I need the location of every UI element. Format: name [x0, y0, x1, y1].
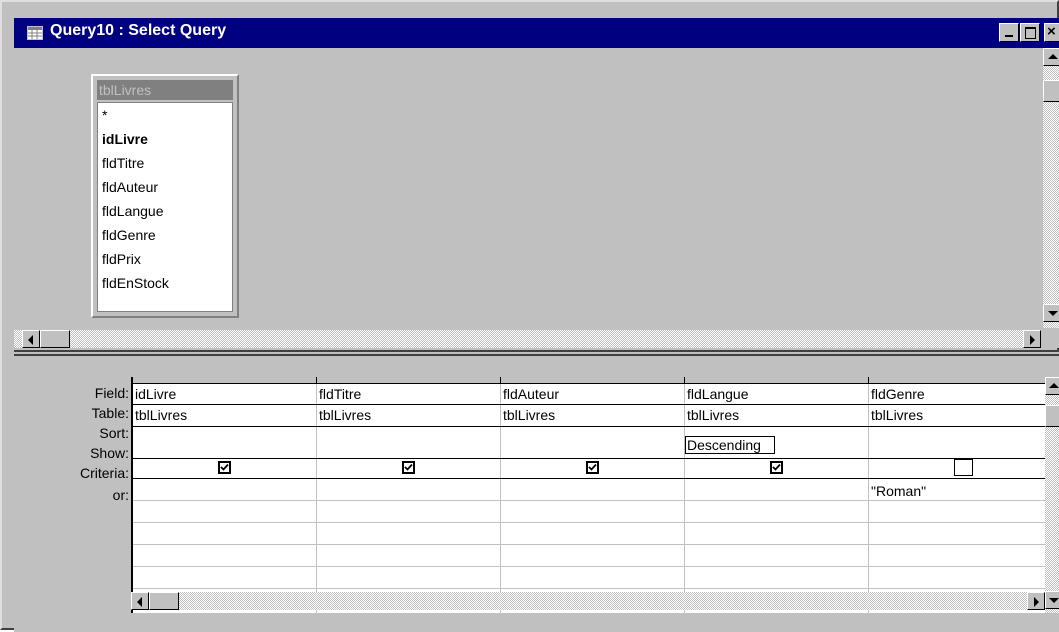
table-cell[interactable]: tblLivres	[135, 407, 187, 423]
window-title: Query10 : Select Query	[50, 22, 227, 39]
grid-horizontal-scrollbar[interactable]	[131, 592, 1045, 610]
column-divider	[684, 384, 685, 613]
field-list-item[interactable]: fldEnStock	[102, 275, 169, 291]
column-selector[interactable]	[869, 377, 1045, 384]
grid-vertical-scrollbar[interactable]	[1045, 377, 1059, 613]
scroll-thumb[interactable]	[1043, 80, 1059, 102]
arrow-left-icon	[137, 597, 142, 607]
row-label-criteria: Criteria:	[79, 465, 129, 481]
scroll-right-button[interactable]	[1027, 592, 1045, 610]
column-selector[interactable]	[133, 377, 317, 384]
field-list-item[interactable]: fldTitre	[102, 155, 144, 171]
maximize-icon	[1025, 27, 1036, 39]
row-label-show: Show:	[90, 445, 129, 461]
arrow-right-icon	[1034, 597, 1039, 607]
scroll-down-button[interactable]	[1043, 304, 1059, 322]
column-divider	[868, 384, 869, 613]
field-list-item[interactable]: fldAuteur	[102, 179, 158, 195]
row-label-field: Field:	[94, 385, 129, 401]
row-divider	[133, 478, 1045, 479]
column-selector[interactable]	[317, 377, 501, 384]
row-divider	[133, 544, 1045, 545]
show-checkbox[interactable]	[218, 461, 231, 474]
title-bar[interactable]: Query10 : Select Query ×	[14, 18, 1059, 48]
field-list-item-primary-key[interactable]: idLivre	[102, 131, 148, 147]
design-grid-pane: Field: Table: Sort: Show: Criteria: or:	[14, 356, 1059, 632]
scroll-right-button[interactable]	[1023, 330, 1041, 348]
row-divider	[133, 500, 1045, 501]
criteria-cell[interactable]: "Roman"	[871, 483, 926, 499]
scroll-thumb[interactable]	[149, 592, 179, 610]
column-divider	[500, 384, 501, 613]
close-button[interactable]: ×	[1044, 23, 1059, 42]
column-divider	[316, 384, 317, 613]
minimize-icon	[1005, 35, 1013, 37]
row-divider	[133, 566, 1045, 567]
arrow-down-icon	[1048, 311, 1058, 316]
close-icon: ×	[1047, 23, 1056, 40]
row-label-or: or:	[112, 487, 129, 503]
field-cell[interactable]: idLivre	[135, 386, 176, 402]
checkmark-icon	[220, 463, 229, 471]
row-divider	[133, 458, 1045, 459]
scroll-up-button[interactable]	[1045, 377, 1059, 395]
field-list-item[interactable]: fldPrix	[102, 251, 141, 267]
field-cell[interactable]: fldGenre	[871, 386, 925, 402]
show-checkbox[interactable]	[402, 461, 415, 474]
field-list-item[interactable]: fldGenre	[102, 227, 156, 243]
checkmark-icon	[772, 463, 781, 471]
row-divider	[133, 522, 1045, 523]
row-divider	[133, 404, 1045, 405]
scroll-thumb[interactable]	[1045, 405, 1059, 427]
column-selector[interactable]	[501, 377, 685, 384]
table-pane: tblLivres * idLivre fldTitre fldAuteur f…	[14, 48, 1059, 348]
upper-vertical-scrollbar[interactable]	[1043, 48, 1059, 328]
table-cell[interactable]: tblLivres	[503, 407, 555, 423]
row-divider	[133, 426, 1045, 427]
scroll-up-button[interactable]	[1043, 48, 1059, 66]
table-cell[interactable]: tblLivres	[871, 407, 923, 423]
arrow-down-icon	[1049, 598, 1059, 603]
scroll-left-button[interactable]	[22, 330, 40, 348]
query-design-grid[interactable]: idLivre fldTitre fldAuteur fldLangue fld…	[131, 377, 1045, 613]
arrow-up-icon	[1048, 54, 1058, 59]
checkmark-icon	[404, 463, 413, 471]
field-cell[interactable]: fldTitre	[319, 386, 361, 402]
row-divider	[133, 588, 1045, 589]
arrow-right-icon	[1030, 335, 1035, 345]
row-label-sort: Sort:	[99, 425, 129, 441]
sort-cell: Descending	[687, 437, 761, 453]
column-selector[interactable]	[685, 377, 869, 384]
field-list-item[interactable]: fldLangue	[102, 203, 164, 219]
scroll-down-button[interactable]	[1045, 591, 1059, 609]
show-checkbox[interactable]	[586, 461, 599, 474]
arrow-up-icon	[1049, 383, 1059, 388]
field-list-body: * idLivre fldTitre fldAuteur fldLangue f…	[97, 102, 233, 312]
checkmark-icon	[588, 463, 597, 471]
field-list-item[interactable]: *	[102, 107, 107, 123]
scroll-thumb[interactable]	[40, 330, 70, 348]
row-label-table: Table:	[91, 405, 129, 421]
field-cell[interactable]: fldAuteur	[503, 386, 559, 402]
upper-horizontal-scrollbar[interactable]	[14, 330, 1041, 348]
sort-dropdown[interactable]: Descending	[685, 436, 775, 454]
show-checkbox[interactable]	[770, 461, 783, 474]
field-list-window[interactable]: tblLivres * idLivre fldTitre fldAuteur f…	[91, 74, 239, 318]
show-checkbox-unchecked[interactable]	[954, 459, 973, 476]
scroll-left-button[interactable]	[131, 592, 149, 610]
arrow-left-icon	[28, 335, 33, 345]
field-list-title[interactable]: tblLivres	[97, 80, 233, 100]
table-cell[interactable]: tblLivres	[687, 407, 739, 423]
table-cell[interactable]: tblLivres	[319, 407, 371, 423]
field-cell[interactable]: fldLangue	[687, 386, 749, 402]
maximize-button[interactable]	[1020, 23, 1040, 42]
query-window: Query10 : Select Query × tblLivres * idL…	[0, 0, 1059, 632]
minimize-button[interactable]	[999, 23, 1019, 42]
query-window-icon	[27, 26, 43, 40]
